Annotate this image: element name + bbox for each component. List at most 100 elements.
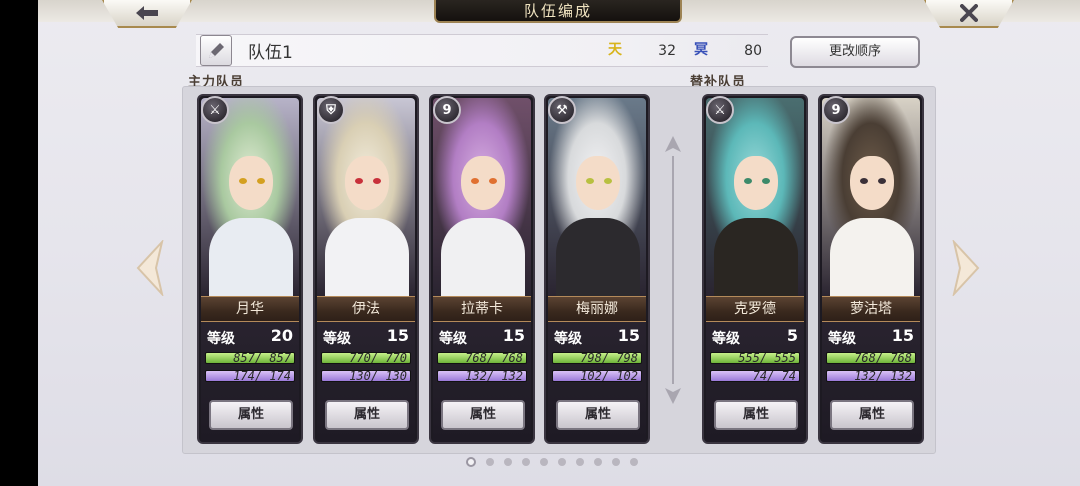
level-value: 15 [617,326,640,345]
hp-bar: 798/ 798 [552,352,642,364]
portrait-eye [471,178,479,184]
underworld-cost-value: 80 [744,43,762,59]
prev-page-arrow-icon[interactable] [134,240,164,296]
heaven-cost-icon: 天 [608,42,622,58]
hammer-class-icon: ⚒ [548,96,576,124]
portrait-eye [586,178,594,184]
page-dot[interactable] [540,458,548,466]
page-dot[interactable] [504,458,512,466]
attributes-button[interactable]: 属性 [714,400,798,430]
portrait-eye [239,178,247,184]
mp-bar: 102/ 102 [552,370,642,382]
character-stats: 等级 15 768/ 768 132/ 132 属性 [822,322,920,442]
page-dot[interactable] [558,458,566,466]
portrait-outfit [325,218,409,296]
staff-class-icon: 9 [433,96,461,124]
page-dot[interactable] [522,458,530,466]
back-button[interactable] [102,0,192,28]
hp-bar: 768/ 768 [826,352,916,364]
page-dot[interactable] [466,457,476,467]
attributes-button[interactable]: 属性 [441,400,525,430]
level-value: 15 [502,326,525,345]
character-stats: 等级 15 768/ 768 132/ 132 属性 [433,322,531,442]
portrait-face [576,156,620,210]
portrait-eye [257,178,265,184]
hp-value: 768/ 768 [465,352,523,364]
rename-party-button[interactable] [200,35,232,66]
portrait-outfit [441,218,525,296]
attributes-button[interactable]: 属性 [209,400,293,430]
heaven-cost-value: 32 [658,43,676,59]
mp-bar: 132/ 132 [437,370,527,382]
hp-bar: 857/ 857 [205,352,295,364]
bow-class-icon: ⚔ [706,96,734,124]
level-label: 等级 [439,331,467,347]
mp-value: 174/ 174 [233,370,291,382]
close-button[interactable] [924,0,1014,28]
portrait-eye [878,178,886,184]
hp-bar: 768/ 768 [437,352,527,364]
hp-value: 768/ 768 [854,352,912,364]
character-card[interactable]: ⚔ 月华 等级 20 857/ 857 174/ 174 属性 [197,94,303,444]
next-page-arrow-icon[interactable] [952,240,982,296]
reorder-button[interactable]: 更改顺序 [790,36,920,68]
level-label: 等级 [828,331,856,347]
hp-value: 798/ 798 [580,352,638,364]
character-card[interactable]: 9 萝沽塔 等级 15 768/ 768 132/ 132 属性 [818,94,924,444]
level-value: 15 [891,326,914,345]
character-stats: 等级 20 857/ 857 174/ 174 属性 [201,322,299,442]
hp-value: 770/ 770 [349,352,407,364]
level-value: 5 [786,326,798,345]
hp-bar: 770/ 770 [321,352,411,364]
page-dot[interactable] [594,458,602,466]
page-dot[interactable] [630,458,638,466]
character-card[interactable]: ⚔ 克罗德 等级 5 555/ 555 74/ 74 属性 [702,94,808,444]
portrait-face [229,156,273,210]
mp-bar: 174/ 174 [205,370,295,382]
swap-divider [665,136,681,404]
level-value: 15 [386,326,409,345]
portrait-face [345,156,389,210]
character-portrait [201,98,299,296]
mp-bar: 132/ 132 [826,370,916,382]
character-stats: 等级 15 770/ 770 130/ 130 属性 [317,322,415,442]
portrait-outfit [556,218,640,296]
portrait-eye [762,178,770,184]
level-label: 等级 [323,331,351,347]
pen-icon [209,42,224,58]
portrait-eye [373,178,381,184]
portrait-eye [860,178,868,184]
page-dot[interactable] [576,458,584,466]
level-label: 等级 [207,331,235,347]
character-card[interactable]: ⚒ 梅丽娜 等级 15 798/ 798 102/ 102 属性 [544,94,650,444]
character-card[interactable]: 9 拉蒂卡 等级 15 768/ 768 132/ 132 属性 [429,94,535,444]
underworld-cost-icon: 冥 [694,42,708,58]
page-dot[interactable] [486,458,494,466]
attributes-button[interactable]: 属性 [830,400,914,430]
attributes-button[interactable]: 属性 [556,400,640,430]
character-card[interactable]: ⛨ 伊法 等级 15 770/ 770 130/ 130 属性 [313,94,419,444]
mp-value: 74/ 74 [752,370,796,382]
page-dot[interactable] [612,458,620,466]
portrait-eye [744,178,752,184]
character-stats: 等级 15 798/ 798 102/ 102 属性 [548,322,646,442]
page-title: 队伍编成 [434,0,682,23]
portrait-face [461,156,505,210]
level-label: 等级 [712,331,740,347]
hp-value: 857/ 857 [233,352,291,364]
bow-class-icon: ⚔ [201,96,229,124]
back-arrow-icon [136,6,158,20]
staff-class-icon: 9 [822,96,850,124]
mp-bar: 130/ 130 [321,370,411,382]
character-name: 梅丽娜 [548,296,646,322]
attributes-button[interactable]: 属性 [325,400,409,430]
portrait-outfit [714,218,798,296]
character-name: 拉蒂卡 [433,296,531,322]
character-stats: 等级 5 555/ 555 74/ 74 属性 [706,322,804,442]
portrait-face [734,156,778,210]
character-portrait [548,98,646,296]
close-icon [960,4,978,22]
character-portrait [433,98,531,296]
mp-value: 132/ 132 [465,370,523,382]
character-name: 伊法 [317,296,415,322]
